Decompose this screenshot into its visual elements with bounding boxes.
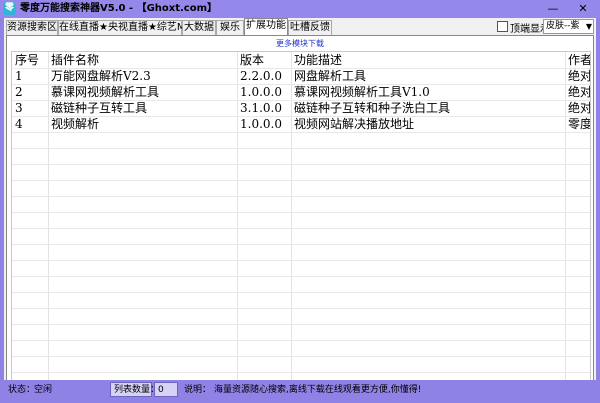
- table-cell-name[interactable]: 磁链种子互转工具: [48, 100, 237, 116]
- tab-extensions[interactable]: 扩展功能: [244, 18, 288, 36]
- row-divider: [12, 276, 590, 277]
- client-area: 资源搜索区 在线直播★央视直播★综艺MV 大数据 娱乐 扩展功能 吐槽反馈 顶端…: [4, 18, 596, 399]
- row-divider: [12, 372, 590, 373]
- table-cell-description: 慕课网视频解析工具V1.0: [294, 85, 430, 99]
- status-desc-label: 说明：: [184, 385, 212, 395]
- extensions-panel: 更多模块下载 序号 插件名称 版本 功能描述 作者 1 万能网盘解析V2.3 2…: [6, 35, 594, 395]
- column-header-description[interactable]: 功能描述: [291, 52, 565, 68]
- table-cell-index: 2: [15, 85, 23, 99]
- table-cell-name[interactable]: 万能网盘解析V2.3: [48, 68, 237, 84]
- more-modules-link[interactable]: 更多模块下载: [7, 38, 593, 49]
- tab-big-data[interactable]: 大数据: [182, 20, 216, 35]
- minimize-button[interactable]: —: [538, 0, 568, 18]
- row-divider: [12, 308, 590, 309]
- plugin-list[interactable]: 序号 插件名称 版本 功能描述 作者 1 万能网盘解析V2.3 2.2.0.0 …: [11, 51, 591, 389]
- column-header-name[interactable]: 插件名称: [48, 52, 237, 68]
- title-bar[interactable]: 零 零度万能搜索神器V5.0 - 【Ghoxt.com】 — ✕: [0, 0, 600, 18]
- row-divider: [12, 260, 590, 261]
- row-divider: [12, 356, 590, 357]
- status-state-value: 空闲: [34, 385, 53, 395]
- table-cell-version: 2.2.0.0: [240, 69, 282, 83]
- table-cell-author: 绝对零度: [568, 101, 591, 115]
- row-divider: [12, 132, 590, 133]
- tab-resource-search[interactable]: 资源搜索区: [6, 20, 58, 35]
- row-divider: [12, 148, 590, 149]
- table-cell-description: 视频网站解决播放地址: [294, 117, 415, 131]
- table-cell-author: 绝对零度: [568, 85, 591, 99]
- table-cell-description: 磁链种子互转和种子洗白工具: [294, 101, 451, 115]
- row-divider: [12, 292, 590, 293]
- close-button[interactable]: ✕: [568, 0, 598, 18]
- status-state-label: 状态：: [8, 385, 36, 395]
- status-count-value: 0: [158, 385, 164, 395]
- row-divider: [12, 228, 590, 229]
- status-desc-value: 海量资源随心搜索,离线下载在线观看更方便,你懂得!: [214, 385, 422, 395]
- column-header-index[interactable]: 序号: [12, 52, 48, 68]
- table-cell-version: 1.0.0.0: [240, 117, 282, 131]
- row-divider: [12, 180, 590, 181]
- tab-entertainment[interactable]: 娱乐: [216, 20, 244, 35]
- table-cell-index: 4: [15, 117, 23, 131]
- tab-live-stream[interactable]: 在线直播★央视直播★综艺MV: [58, 20, 192, 35]
- status-count-label: 列表数量：: [114, 385, 160, 395]
- chevron-down-icon: ▼: [585, 22, 592, 31]
- tab-feedback[interactable]: 吐槽反馈: [288, 20, 332, 35]
- row-divider: [12, 164, 590, 165]
- top-most-checkbox[interactable]: [497, 21, 508, 32]
- table-cell-index: 3: [15, 101, 23, 115]
- table-cell-version: 3.1.0.0: [240, 101, 282, 115]
- column-header-version[interactable]: 版本: [237, 52, 291, 68]
- table-cell-author: 零度团队: [568, 117, 591, 131]
- table-cell-version: 1.0.0.0: [240, 85, 282, 99]
- skin-select[interactable]: 皮肤--紫 ▼: [543, 19, 594, 34]
- table-cell-index: 1: [15, 69, 23, 83]
- table-cell-description: 网盘解析工具: [294, 69, 367, 83]
- column-header-author[interactable]: 作者: [565, 52, 590, 68]
- window-title: 零度万能搜索神器V5.0 - 【Ghoxt.com】: [20, 3, 218, 14]
- row-divider: [12, 212, 590, 213]
- table-cell-name[interactable]: 视频解析: [48, 116, 237, 132]
- row-divider: [12, 196, 590, 197]
- row-divider: [12, 244, 590, 245]
- status-bar: 状态： 空闲 列表数量： 0 说明： 海量资源随心搜索,离线下载在线观看更方便,…: [4, 380, 596, 400]
- app-window: 零 零度万能搜索神器V5.0 - 【Ghoxt.com】 — ✕ 资源搜索区 在…: [0, 0, 600, 403]
- row-divider: [12, 324, 590, 325]
- table-cell-name[interactable]: 慕课网视频解析工具: [48, 84, 237, 100]
- skin-select-value: 皮肤--紫: [546, 21, 580, 31]
- table-cell-author: 绝对零度: [568, 69, 591, 83]
- row-divider: [12, 340, 590, 341]
- app-logo-icon: 零: [3, 2, 16, 15]
